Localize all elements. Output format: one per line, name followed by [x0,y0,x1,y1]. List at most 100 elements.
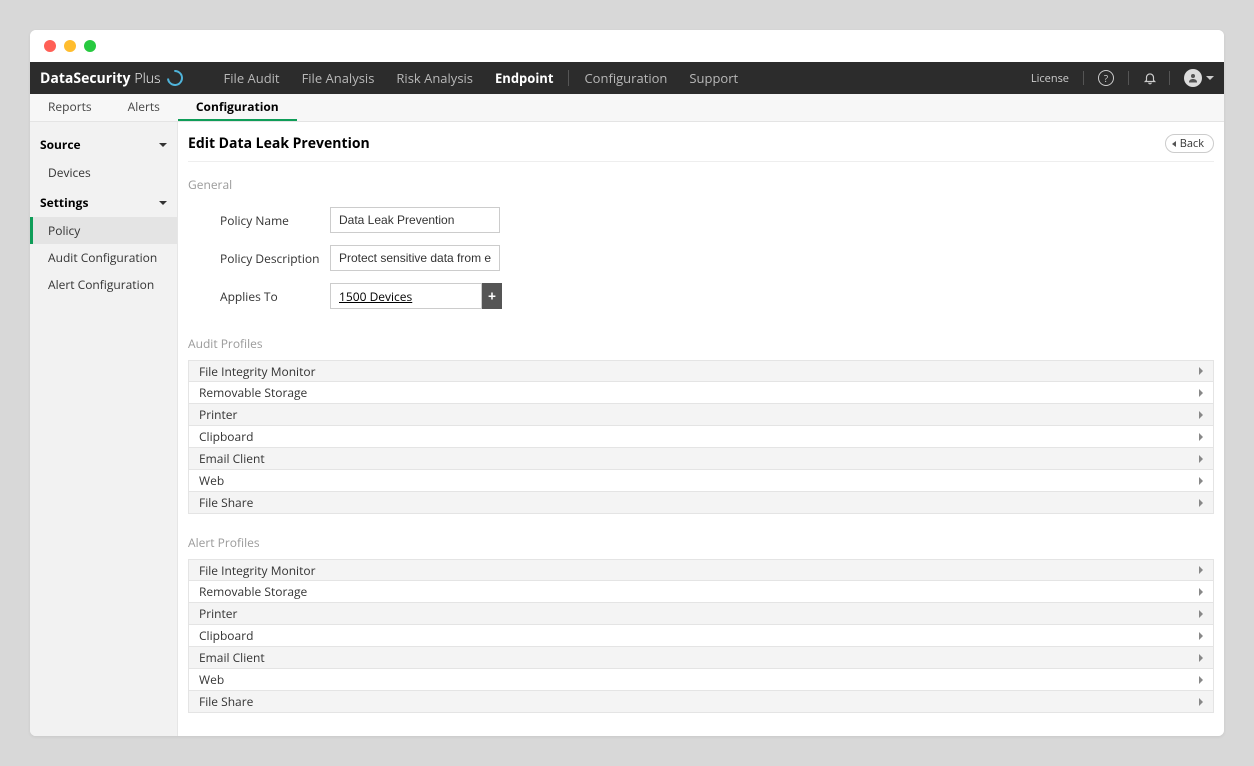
main-content: Edit Data Leak Prevention Back General P… [178,122,1224,736]
license-link[interactable]: License [1031,71,1069,86]
audit-row-email-client[interactable]: Email Client [188,448,1214,470]
sidebar-item-alert-configuration[interactable]: Alert Configuration [30,271,177,298]
profile-label: Email Client [199,649,265,666]
profile-label: File Share [199,693,253,710]
subnav-alerts[interactable]: Alerts [110,94,178,121]
label-policy-description: Policy Description [220,250,330,267]
applies-to-value: 1500 Devices [339,288,412,305]
nav-file-analysis[interactable]: File Analysis [291,62,386,94]
sidebar-group-source[interactable]: Source [30,128,177,159]
row-policy-description: Policy Description [188,239,1214,277]
applies-to-add-button[interactable]: + [482,283,502,309]
chevron-right-icon [1199,411,1203,419]
applies-to-field[interactable]: 1500 Devices [330,283,482,309]
chevron-right-icon [1199,367,1203,375]
help-icon[interactable]: ? [1098,70,1114,86]
nav-support[interactable]: Support [678,62,749,94]
chevron-right-icon [1199,566,1203,574]
profile-label: File Integrity Monitor [199,363,316,380]
audit-row-web[interactable]: Web [188,470,1214,492]
sidebar-group-label: Source [40,136,81,153]
profile-label: Removable Storage [199,583,307,600]
brand-swirl-icon [163,67,186,90]
sidebar-group-label: Settings [40,194,88,211]
chevron-right-icon [1199,588,1203,596]
row-applies-to: Applies To 1500 Devices + [188,277,1214,315]
alert-row-web[interactable]: Web [188,669,1214,691]
page-title: Edit Data Leak Prevention [188,134,370,153]
input-policy-name[interactable] [330,207,500,233]
maximize-window-dot[interactable] [84,40,96,52]
brand: DataSecurity Plus [40,69,213,88]
mac-titlebar [30,30,1224,62]
bell-icon[interactable] [1143,71,1155,85]
chevron-right-icon [1199,610,1203,618]
audit-row-removable-storage[interactable]: Removable Storage [188,382,1214,404]
nav-file-audit[interactable]: File Audit [213,62,291,94]
top-separator [1083,71,1084,85]
brand-light: Plus [134,69,160,88]
sidebar-item-audit-configuration[interactable]: Audit Configuration [30,244,177,271]
caret-down-icon [159,201,167,205]
chevron-right-icon [1199,477,1203,485]
chevron-right-icon [1199,389,1203,397]
profile-label: Clipboard [199,428,253,445]
section-alert-title: Alert Profiles [188,528,1214,559]
audit-row-file-share[interactable]: File Share [188,492,1214,514]
user-menu[interactable] [1184,69,1214,87]
brand-bold: DataSecurity [40,69,130,88]
profile-label: Clipboard [199,627,253,644]
chevron-right-icon [1199,698,1203,706]
alert-row-file-share[interactable]: File Share [188,691,1214,713]
app-window: DataSecurity Plus File Audit File Analys… [30,30,1224,736]
audit-row-printer[interactable]: Printer [188,404,1214,426]
subnav-configuration[interactable]: Configuration [178,94,297,121]
audit-row-file-integrity-monitor[interactable]: File Integrity Monitor [188,360,1214,382]
alert-row-printer[interactable]: Printer [188,603,1214,625]
minimize-window-dot[interactable] [64,40,76,52]
nav-risk-analysis[interactable]: Risk Analysis [385,62,484,94]
section-general-title: General [188,170,1214,201]
chevron-right-icon [1199,499,1203,507]
close-window-dot[interactable] [44,40,56,52]
sidebar-item-policy[interactable]: Policy [30,217,177,244]
profile-label: Email Client [199,450,265,467]
body: Source Devices Settings Policy Audit Con… [30,122,1224,736]
caret-down-icon [159,143,167,147]
top-separator-3 [1169,71,1170,85]
alert-row-file-integrity-monitor[interactable]: File Integrity Monitor [188,559,1214,581]
chevron-left-icon [1172,141,1176,147]
back-label: Back [1180,136,1204,151]
page-header: Edit Data Leak Prevention Back [188,130,1214,162]
chevron-right-icon [1199,433,1203,441]
chevron-right-icon [1199,654,1203,662]
sidebar-item-devices[interactable]: Devices [30,159,177,186]
label-applies-to: Applies To [220,288,330,305]
nav-endpoint[interactable]: Endpoint [484,62,564,94]
top-bar: DataSecurity Plus File Audit File Analys… [30,62,1224,94]
user-avatar-icon [1184,69,1202,87]
profile-label: Printer [199,605,237,622]
alert-row-email-client[interactable]: Email Client [188,647,1214,669]
section-audit-title: Audit Profiles [188,329,1214,360]
audit-row-clipboard[interactable]: Clipboard [188,426,1214,448]
chevron-right-icon [1199,455,1203,463]
sidebar-group-settings[interactable]: Settings [30,186,177,217]
alert-row-clipboard[interactable]: Clipboard [188,625,1214,647]
alert-row-removable-storage[interactable]: Removable Storage [188,581,1214,603]
top-separator-2 [1128,71,1129,85]
audit-profiles-list: File Integrity Monitor Removable Storage P… [188,360,1214,514]
back-button[interactable]: Back [1165,134,1214,153]
chevron-right-icon [1199,676,1203,684]
button-row: Save Cancel [188,727,1214,736]
top-right: License ? [1031,69,1214,87]
profile-label: Web [199,472,224,489]
profile-label: File Integrity Monitor [199,562,316,579]
profile-label: Printer [199,406,237,423]
input-policy-description[interactable] [330,245,500,271]
caret-down-icon [1206,76,1214,80]
chevron-right-icon [1199,632,1203,640]
nav-configuration[interactable]: Configuration [573,62,678,94]
applies-to-group: 1500 Devices + [330,283,502,309]
subnav-reports[interactable]: Reports [30,94,110,121]
